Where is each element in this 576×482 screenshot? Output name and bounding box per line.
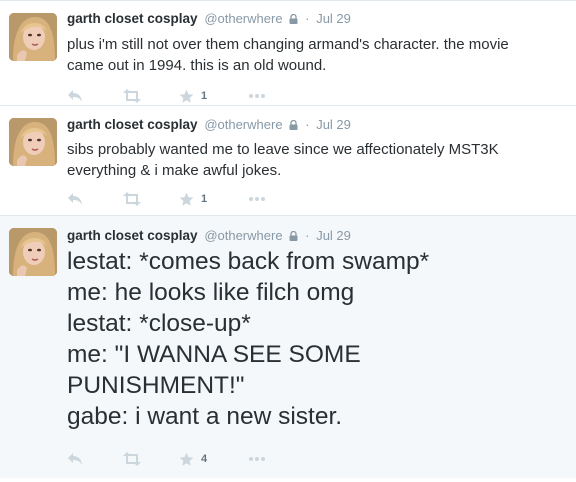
tweet-header: garth closet cosplay @otherwhere · Jul 2… bbox=[67, 11, 351, 29]
retweet-icon bbox=[123, 452, 141, 466]
favorite-button[interactable]: 4 bbox=[179, 450, 207, 468]
tweet[interactable]: garth closet cosplay @otherwhere · Jul 2… bbox=[0, 106, 576, 216]
tweet-text-line: me: he looks like filch omg bbox=[67, 279, 355, 306]
tweet-actions: 1 bbox=[67, 87, 327, 105]
tweet-text-line: PUNISHMENT!" bbox=[67, 372, 245, 399]
tweet-actions: 1 bbox=[67, 190, 327, 208]
more-dots-icon bbox=[249, 197, 265, 201]
author-name[interactable]: garth closet cosplay bbox=[67, 11, 198, 26]
tweet-date[interactable]: Jul 29 bbox=[316, 228, 351, 243]
avatar-image bbox=[9, 228, 57, 276]
separator: · bbox=[305, 117, 310, 132]
more-dots-icon bbox=[249, 457, 265, 461]
tweet-text: lestat: *comes back from swamp* me: he l… bbox=[67, 246, 567, 432]
lock-icon bbox=[289, 14, 298, 24]
tweet-timeline: garth closet cosplay @otherwhere · Jul 2… bbox=[0, 0, 576, 482]
author-handle[interactable]: @otherwhere bbox=[204, 117, 282, 132]
retweet-icon bbox=[123, 89, 141, 103]
favorite-button[interactable]: 1 bbox=[179, 87, 207, 105]
reply-button[interactable] bbox=[67, 450, 83, 468]
tweet-text-line: came out in 1994. this is an old wound. bbox=[67, 57, 327, 74]
retweet-button[interactable] bbox=[122, 190, 142, 208]
favorite-button[interactable]: 1 bbox=[179, 190, 207, 208]
tweet-header: garth closet cosplay @otherwhere · Jul 2… bbox=[67, 228, 351, 246]
tweet-text-line: everything & i make awful jokes. bbox=[67, 162, 282, 179]
tweet-header: garth closet cosplay @otherwhere · Jul 2… bbox=[67, 117, 351, 135]
more-button[interactable] bbox=[248, 450, 266, 468]
reply-icon bbox=[68, 453, 82, 465]
favorite-count: 4 bbox=[201, 453, 208, 465]
star-icon bbox=[179, 452, 194, 466]
tweet-date[interactable]: Jul 29 bbox=[316, 117, 351, 132]
tweet-text-line: gabe: i want a new sister. bbox=[67, 403, 343, 430]
star-icon bbox=[179, 192, 194, 206]
tweet-expanded[interactable]: garth closet cosplay @otherwhere · Jul 2… bbox=[0, 216, 576, 478]
tweet-text: sibs probably wanted me to leave since w… bbox=[67, 139, 557, 181]
retweet-icon bbox=[123, 192, 141, 206]
author-name[interactable]: garth closet cosplay bbox=[67, 117, 198, 132]
tweet-text-line: lestat: *close-up* bbox=[67, 310, 251, 337]
tweet-text-line: me: "I WANNA SEE SOME bbox=[67, 341, 361, 368]
star-icon bbox=[179, 89, 194, 103]
more-button[interactable] bbox=[248, 87, 266, 105]
avatar[interactable] bbox=[9, 228, 57, 276]
reply-icon bbox=[68, 90, 82, 102]
lock-icon bbox=[289, 231, 298, 241]
avatar-image bbox=[9, 118, 57, 166]
tweet-text-line: sibs probably wanted me to leave since w… bbox=[67, 141, 499, 158]
tweet[interactable]: garth closet cosplay @otherwhere · Jul 2… bbox=[0, 0, 576, 106]
avatar[interactable] bbox=[9, 13, 57, 61]
reply-button[interactable] bbox=[67, 190, 83, 208]
author-name[interactable]: garth closet cosplay bbox=[67, 228, 198, 243]
avatar[interactable] bbox=[9, 118, 57, 166]
tweet-actions: 4 bbox=[67, 450, 327, 468]
more-dots-icon bbox=[249, 94, 265, 98]
retweet-button[interactable] bbox=[122, 450, 142, 468]
lock-icon bbox=[289, 120, 298, 130]
author-handle[interactable]: @otherwhere bbox=[204, 11, 282, 26]
reply-icon bbox=[68, 193, 82, 205]
favorite-count: 1 bbox=[201, 90, 208, 102]
author-handle[interactable]: @otherwhere bbox=[204, 228, 282, 243]
tweet-text-line: lestat: *comes back from swamp* bbox=[67, 248, 430, 275]
separator: · bbox=[305, 228, 310, 243]
reply-button[interactable] bbox=[67, 87, 83, 105]
favorite-count: 1 bbox=[201, 193, 208, 205]
separator: · bbox=[305, 11, 310, 26]
tweet-text: plus i'm still not over them changing ar… bbox=[67, 34, 557, 76]
tweet-date[interactable]: Jul 29 bbox=[316, 11, 351, 26]
tweet-text-line: plus i'm still not over them changing ar… bbox=[67, 36, 509, 53]
more-button[interactable] bbox=[248, 190, 266, 208]
retweet-button[interactable] bbox=[122, 87, 142, 105]
avatar-image bbox=[9, 13, 57, 61]
